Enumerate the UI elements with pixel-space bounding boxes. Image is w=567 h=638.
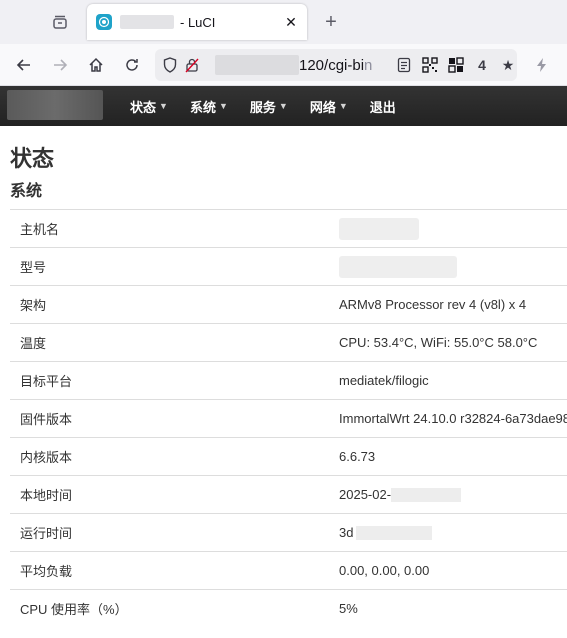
row-value: 2025-02- [329,476,567,514]
uptime-redacted [356,526,433,541]
section-title: 系统 [10,183,43,200]
row-label: 目标平台 [20,374,73,389]
table-row: 型号 [10,247,567,286]
table-row: 温度 CPU: 53.4°C, WiFi: 55.0°C 58.0°C [10,323,567,362]
luci-header: 状态 ▼ 系统 ▼ 服务 ▼ 网络 ▼ 退出 [0,86,567,126]
menu-network[interactable]: 网络 ▼ [310,97,348,116]
row-label: 固件版本 [20,412,73,427]
table-row: 固件版本 ImmortalWrt 24.10.0 r32824-6a73dae9… [10,399,567,438]
caret-down-icon: ▼ [338,101,348,111]
menu-system[interactable]: 系统 ▼ [190,97,228,116]
row-value: 0.00, 0.00, 0.00 [339,563,430,578]
row-value: ImmortalWrt 24.10.0 r32824-6a73dae98c [339,411,567,426]
table-row: 主机名 [10,209,567,248]
hostname-redacted [339,217,419,240]
row-label: 本地时间 [20,488,73,503]
qr-code-icon[interactable] [419,54,441,76]
row-value: 6.6.73 [339,449,376,464]
row-value [329,210,567,248]
tab-title: - LuCI [180,14,216,30]
table-row: 本地时间 2025-02- [10,475,567,514]
row-value: 5% [339,601,358,617]
row-value [329,248,567,286]
brand-logo-redacted[interactable] [7,90,103,120]
time-redacted [391,488,462,503]
row-label: 型号 [20,260,47,275]
row-value: mediatek/filogic [339,373,429,388]
row-label: 平均负载 [20,564,73,579]
model-redacted [339,255,457,278]
table-row: 目标平台 mediatek/filogic [10,361,567,400]
table-row: 内核版本 6.6.73 [10,437,567,476]
caret-down-icon: ▼ [218,101,228,111]
row-value: CPU: 53.4°C, WiFi: 55.0°C 58.0°C [339,335,538,350]
shield-icon[interactable] [159,54,181,76]
menu-status[interactable]: 状态 ▼ [130,97,168,116]
luci-favicon [96,14,112,30]
extensions-grid-icon[interactable] [445,54,467,76]
reader-view-icon[interactable] [393,54,415,76]
row-label: 运行时间 [20,526,73,541]
lightning-icon[interactable] [530,53,554,77]
menu-services[interactable]: 服务 ▼ [250,97,288,116]
back-icon[interactable] [12,53,36,77]
tab-overview-icon[interactable] [40,8,80,36]
forward-icon[interactable] [48,53,72,77]
close-icon[interactable]: ✕ [283,14,299,30]
extension-badge-four-icon[interactable]: 4 [471,54,493,76]
main-menu: 状态 ▼ 系统 ▼ 服务 ▼ 网络 ▼ 退出 [130,86,418,126]
new-tab-icon[interactable]: + [317,8,345,36]
row-label: 架构 [20,298,47,313]
page-content: 状态 系统 主机名 型号 架构 ARMv8 Processor rev 4 (v… [0,146,567,628]
url-text: 120/cgi-bin [299,56,373,74]
url-host-redacted [215,55,299,75]
bookmark-star-icon[interactable]: ★ [497,54,519,76]
caret-down-icon: ▼ [278,101,288,111]
table-row: 平均负载 0.00, 0.00, 0.00 [10,551,567,590]
menu-logout[interactable]: 退出 [370,97,396,116]
system-info-table: 主机名 型号 架构 ARMv8 Processor rev 4 (v8l) x … [10,209,567,628]
row-label: 主机名 [20,222,60,237]
row-value: ARMv8 Processor rev 4 (v8l) x 4 [339,297,527,312]
browser-tab-strip: - LuCI ✕ + [0,0,567,44]
tab-title-redacted [120,15,174,29]
row-label: 温度 [20,336,47,351]
table-row: CPU 使用率（%） 5% [10,589,567,628]
active-tab[interactable]: - LuCI ✕ [87,4,307,40]
url-bar-actions: 4 ★ [393,49,519,81]
row-label: 内核版本 [20,450,73,465]
table-row: 架构 ARMv8 Processor rev 4 (v8l) x 4 [10,285,567,324]
table-row: 运行时间 3d [10,513,567,552]
page-title: 状态 [10,146,55,171]
reload-icon[interactable] [120,53,144,77]
browser-nav-bar: 120/cgi-bin 4 ★ [0,44,567,86]
row-value: 3d [329,514,567,552]
insecure-lock-icon[interactable] [181,54,203,76]
caret-down-icon: ▼ [159,101,168,111]
row-label: CPU 使用率（%） [20,602,128,618]
home-icon[interactable] [84,53,108,77]
